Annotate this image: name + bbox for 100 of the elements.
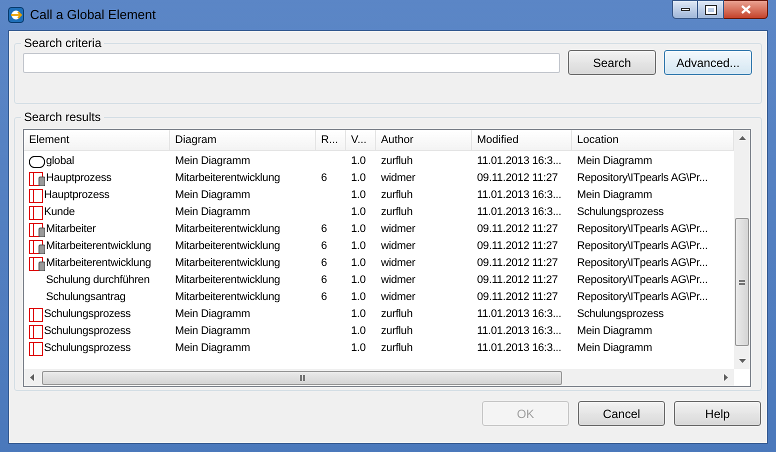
table-cell-text: 1.0 bbox=[351, 307, 366, 322]
table-cell-text: Schulungsprozess bbox=[44, 307, 131, 322]
column-header[interactable]: Modified bbox=[472, 130, 572, 150]
minimize-button[interactable] bbox=[672, 0, 698, 19]
table-cell-text: Repository\ITpearls AG\Pr... bbox=[577, 239, 708, 254]
dialog-button[interactable]: Help bbox=[674, 401, 761, 426]
table-cell-text: 11.01.2013 16:3... bbox=[477, 307, 562, 322]
table-cell-text: Repository\ITpearls AG\Pr... bbox=[577, 222, 708, 238]
table-cell-text: 1.0 bbox=[351, 256, 366, 272]
scroll-right-icon bbox=[724, 374, 728, 381]
table-cell-text: widmer bbox=[381, 290, 416, 306]
process-shape-icon bbox=[29, 206, 43, 220]
table-cell-text: Schulungsprozess bbox=[44, 324, 131, 340]
table-cell-text: zurfluh bbox=[381, 307, 413, 322]
table-cell-text: 6 bbox=[321, 171, 327, 186]
group-label: Search results bbox=[23, 109, 102, 126]
table-cell-text: Kunde bbox=[44, 205, 75, 220]
table-cell-text: Repository\ITpearls AG\Pr... bbox=[577, 171, 708, 186]
table-cell-text: Hauptprozess bbox=[46, 171, 112, 186]
table-cell-text: 09.11.2012 11:27 bbox=[477, 290, 558, 306]
linked-process-icon bbox=[29, 256, 45, 270]
maximize-button[interactable] bbox=[698, 0, 724, 19]
table-cell-text: Mitarbeiter bbox=[46, 222, 96, 238]
process-shape-icon bbox=[29, 308, 43, 322]
scroll-up-icon bbox=[738, 136, 746, 140]
table-cell-text: 6 bbox=[321, 273, 327, 288]
table-cell-text: Hauptprozess bbox=[44, 188, 110, 204]
table-cell-text: 1.0 bbox=[351, 154, 366, 170]
table-cell-text: 1.0 bbox=[351, 188, 366, 204]
scroll-down-icon bbox=[738, 359, 746, 363]
table-cell-text: global bbox=[46, 154, 74, 170]
table-cell-text: 11.01.2013 16:3... bbox=[477, 205, 562, 220]
table-cell-text: 1.0 bbox=[351, 273, 366, 288]
table-cell-text: 09.11.2012 11:27 bbox=[477, 171, 558, 186]
horizontal-scrollbar[interactable] bbox=[24, 369, 734, 386]
process-shape-icon bbox=[29, 342, 43, 356]
table-cell-text: 09.11.2012 11:27 bbox=[477, 256, 558, 272]
table-cell-text: 1.0 bbox=[351, 341, 366, 356]
table-cell-text: Mitarbeiterentwicklung bbox=[175, 222, 280, 238]
table-cell-text: Mein Diagramm bbox=[175, 324, 250, 340]
column-header[interactable]: R... bbox=[316, 130, 346, 150]
table-cell-text: Mitarbeiterentwicklung bbox=[175, 290, 280, 306]
search-button[interactable]: Search bbox=[568, 50, 656, 75]
table-cell-text: Schulungsprozess bbox=[44, 341, 131, 356]
close-button[interactable] bbox=[724, 0, 768, 19]
table-cell-text: zurfluh bbox=[381, 341, 413, 356]
vertical-scrollbar[interactable] bbox=[734, 130, 750, 369]
table-cell-text: widmer bbox=[381, 171, 416, 186]
table-cell-text: 11.01.2013 16:3... bbox=[477, 154, 562, 170]
advanced-button[interactable]: Advanced... bbox=[664, 50, 752, 75]
table-cell-text: Mitarbeiterentwicklung bbox=[175, 273, 280, 288]
close-icon bbox=[740, 5, 750, 14]
table-cell-text: 11.01.2013 16:3... bbox=[477, 341, 562, 356]
linked-process-icon bbox=[29, 222, 45, 236]
table-cell-text: Schulungsprozess bbox=[577, 307, 664, 322]
column-header[interactable]: Diagram bbox=[170, 130, 316, 150]
table-cell-text: 6 bbox=[321, 222, 327, 238]
table-cell-text: Schulung durchführen bbox=[46, 273, 150, 288]
column-header[interactable]: Element bbox=[24, 130, 170, 150]
table-cell-text: widmer bbox=[381, 239, 416, 254]
table-cell-text: Mitarbeiterentwicklung bbox=[46, 256, 152, 272]
dialog-button[interactable]: Cancel bbox=[578, 401, 665, 426]
table-cell-text: 1.0 bbox=[351, 205, 366, 220]
table-cell-text: Mitarbeiterentwicklung bbox=[175, 171, 280, 186]
table-cell-text: Mitarbeiterentwicklung bbox=[175, 256, 280, 272]
table-cell-text: Mitarbeiterentwicklung bbox=[175, 239, 280, 254]
column-header[interactable]: V... bbox=[346, 130, 376, 150]
table-cell-text: 09.11.2012 11:27 bbox=[477, 222, 558, 238]
table-cell-text: Repository\ITpearls AG\Pr... bbox=[577, 273, 708, 288]
column-header[interactable]: Author bbox=[376, 130, 472, 150]
app-logo-icon bbox=[8, 7, 24, 23]
window-title: Call a Global Element bbox=[30, 6, 156, 24]
table-cell-text: 11.01.2013 16:3... bbox=[477, 188, 562, 204]
terminator-shape-icon bbox=[29, 156, 45, 168]
table-cell-text: 09.11.2012 11:27 bbox=[477, 273, 558, 288]
table-cell-text: 6 bbox=[321, 256, 327, 272]
table-cell-text: Mein Diagramm bbox=[577, 188, 652, 204]
table-cell-text: widmer bbox=[381, 256, 416, 272]
scroll-left-icon bbox=[30, 374, 34, 381]
table-cell-text: Mitarbeiterentwicklung bbox=[46, 239, 152, 254]
table-cell-text: Mein Diagramm bbox=[175, 341, 250, 356]
table-cell-text: 1.0 bbox=[351, 239, 366, 254]
process-shape-icon bbox=[29, 324, 43, 338]
table-cell-text: zurfluh bbox=[381, 188, 413, 204]
table-cell-text: 6 bbox=[321, 239, 327, 254]
linked-process-icon bbox=[29, 240, 45, 254]
search-field[interactable] bbox=[23, 52, 560, 72]
table-cell-text: zurfluh bbox=[381, 154, 413, 170]
table-cell-text: Repository\ITpearls AG\Pr... bbox=[577, 256, 708, 272]
table-cell-text: Schulungsprozess bbox=[577, 205, 664, 220]
table-cell-text: Schulungsantrag bbox=[46, 290, 126, 306]
table-cell-text: Mein Diagramm bbox=[175, 154, 250, 170]
table-cell-text: 11.01.2013 16:3... bbox=[477, 324, 562, 340]
table-cell-text: 09.11.2012 11:27 bbox=[477, 239, 558, 254]
table-cell-text: 1.0 bbox=[351, 171, 366, 186]
table-cell-text: Mein Diagramm bbox=[175, 188, 250, 204]
process-shape-icon bbox=[29, 188, 43, 202]
table-cell-text: Repository\ITpearls AG\Pr... bbox=[577, 290, 708, 306]
table-cell-text: zurfluh bbox=[381, 205, 413, 220]
table-cell-text: Mein Diagramm bbox=[175, 307, 250, 322]
